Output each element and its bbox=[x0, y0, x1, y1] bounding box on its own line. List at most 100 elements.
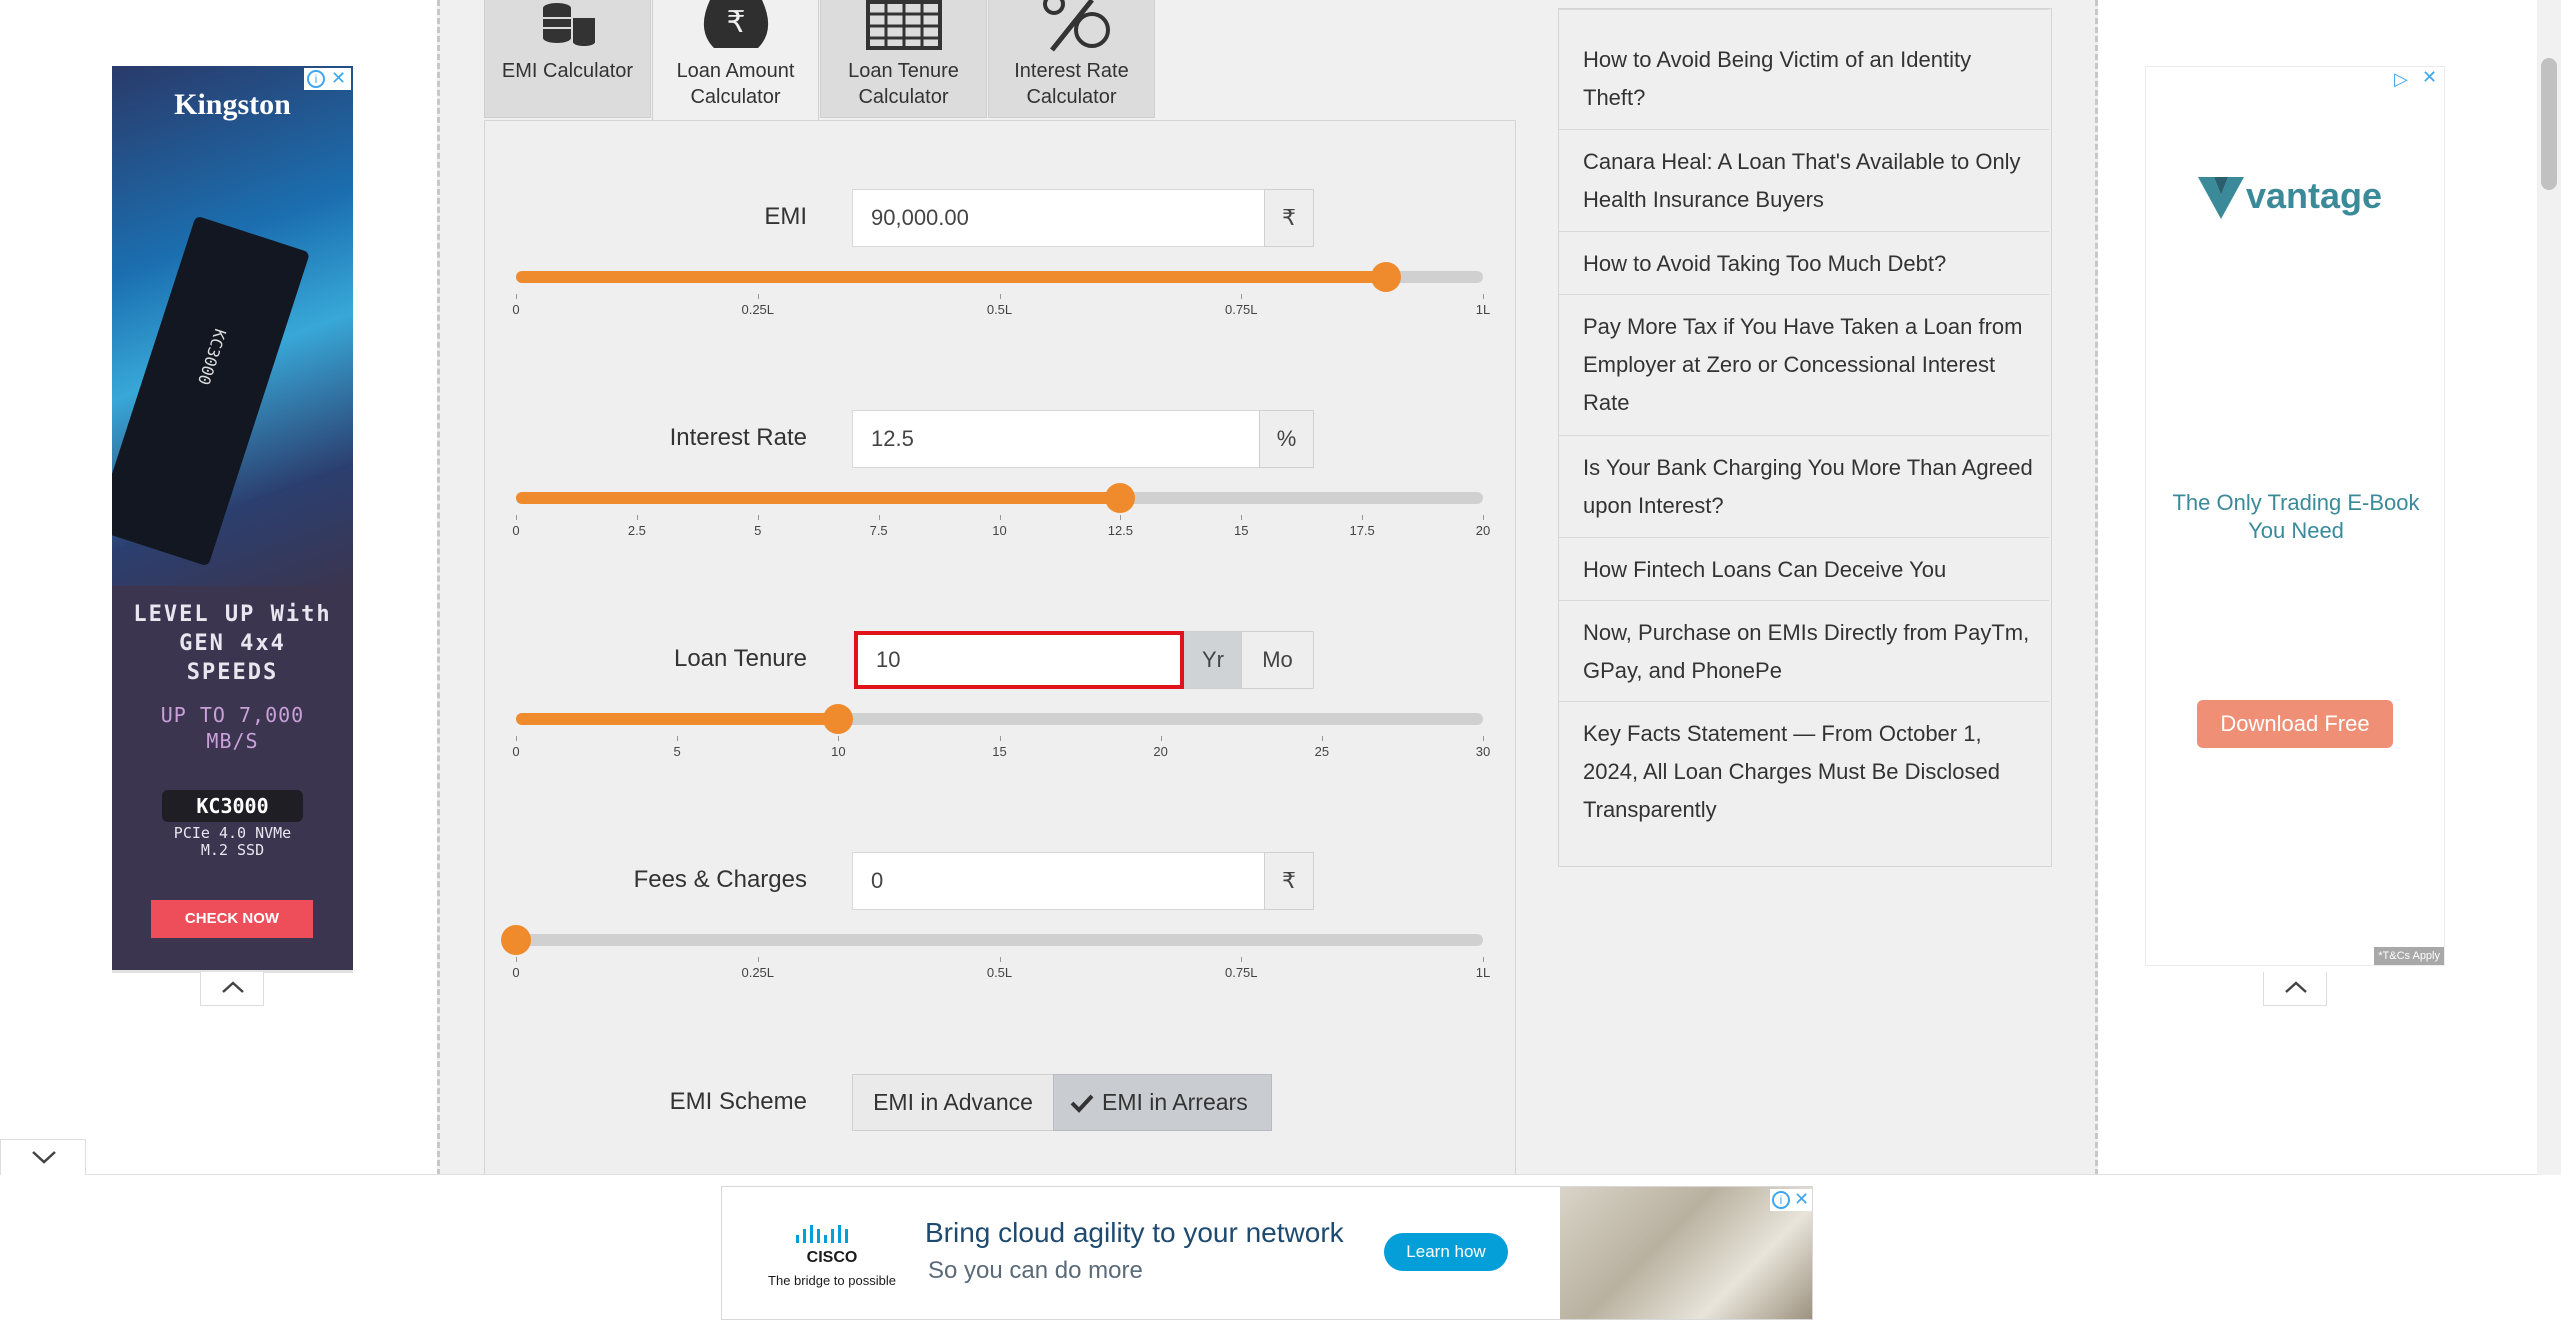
interest-slider-fill bbox=[516, 492, 1121, 504]
tenure-month-toggle[interactable]: Mo bbox=[1241, 631, 1314, 689]
tick-label: 25 bbox=[1314, 744, 1330, 759]
ad-choices-icon[interactable]: ▷ bbox=[2394, 69, 2408, 90]
scrollbar-thumb[interactable] bbox=[2541, 58, 2557, 190]
calendar-grid-icon bbox=[865, 0, 942, 50]
ad-subline: So you can do more bbox=[928, 1257, 1143, 1284]
fees-charges-slider[interactable] bbox=[501, 925, 1483, 955]
download-free-button[interactable]: Download Free bbox=[2197, 700, 2393, 748]
tick-mark bbox=[636, 515, 638, 520]
sidebar-link[interactable]: Pay More Tax if You Have Taken a Loan fr… bbox=[1583, 308, 2033, 422]
adchoices-badge[interactable]: i ✕ bbox=[1770, 1189, 1812, 1211]
loan-tenure-slider[interactable] bbox=[516, 704, 1483, 734]
sidebar-link[interactable]: Is Your Bank Charging You More Than Agre… bbox=[1583, 449, 2033, 525]
emi-in-arrears-button[interactable]: EMI in Arrears bbox=[1053, 1074, 1272, 1131]
tick-mark bbox=[878, 515, 880, 520]
interest-rate-input[interactable]: 12.5 bbox=[852, 410, 1260, 468]
cisco-brand-tag: The bridge to possible bbox=[768, 1273, 896, 1288]
chevron-up-icon bbox=[222, 981, 244, 993]
tick-mark bbox=[1483, 294, 1484, 299]
chevron-down-icon bbox=[32, 1151, 56, 1164]
tick-mark bbox=[757, 515, 759, 520]
cisco-logo-bars bbox=[796, 1225, 848, 1243]
sidebar-related-articles: How to Avoid Being Victim of an Identity… bbox=[1558, 8, 2052, 867]
sidebar-link[interactable]: Now, Purchase on EMIs Directly from PayT… bbox=[1583, 614, 2033, 690]
sidebar-link[interactable]: How to Avoid Taking Too Much Debt? bbox=[1583, 245, 2033, 283]
tick-mark bbox=[757, 957, 759, 962]
info-icon[interactable]: i bbox=[1772, 1191, 1790, 1209]
fees-slider-handle[interactable] bbox=[501, 925, 531, 955]
info-icon[interactable]: i bbox=[307, 70, 325, 88]
tick-mark bbox=[999, 957, 1001, 962]
ad-vantage[interactable]: vantage The Only Trading E-Book You Need… bbox=[2145, 66, 2445, 966]
rupee-bag-icon: ₹ bbox=[703, 0, 768, 48]
tick-label: 0.75L bbox=[1224, 302, 1258, 317]
tick-label: 1L bbox=[1475, 302, 1491, 317]
ad-cisco[interactable]: CISCO The bridge to possible Bring cloud… bbox=[721, 1186, 1813, 1320]
sidebar-link[interactable]: How Fintech Loans Can Deceive You bbox=[1583, 551, 2033, 589]
checkmark-icon bbox=[1070, 1094, 1094, 1113]
tick-mark bbox=[1160, 736, 1162, 741]
fees-charges-input[interactable]: 0 bbox=[852, 852, 1265, 910]
collapse-bottom-ad-button[interactable] bbox=[0, 1139, 86, 1175]
tick-mark bbox=[838, 736, 840, 741]
emi-slider[interactable] bbox=[516, 262, 1483, 292]
tick-label: 7.5 bbox=[869, 523, 888, 538]
svg-text:₹: ₹ bbox=[726, 5, 745, 40]
tick-mark bbox=[516, 294, 517, 299]
interest-unit-addon: % bbox=[1259, 410, 1314, 468]
collapse-ad-button[interactable] bbox=[200, 972, 264, 1006]
close-icon[interactable]: ✕ bbox=[1794, 1189, 1809, 1210]
divider bbox=[1559, 129, 2049, 130]
close-icon[interactable]: ✕ bbox=[331, 68, 346, 89]
tab-loan-tenure-calculator[interactable]: Loan Tenure Calculator bbox=[820, 0, 987, 118]
sidebar-link[interactable]: Canara Heal: A Loan That's Available to … bbox=[1583, 143, 2033, 219]
interest-rate-slider[interactable] bbox=[516, 483, 1483, 513]
tick-label: 0.5L bbox=[986, 965, 1013, 980]
fees-charges-label: Fees & Charges bbox=[633, 866, 807, 893]
sidebar-link[interactable]: How to Avoid Being Victim of an Identity… bbox=[1583, 41, 2033, 117]
emi-in-advance-button[interactable]: EMI in Advance bbox=[852, 1074, 1054, 1131]
tick-label: 17.5 bbox=[1349, 523, 1375, 538]
collapse-ad-button[interactable] bbox=[2263, 972, 2327, 1006]
percent-icon bbox=[1042, 0, 1110, 52]
close-icon[interactable]: ✕ bbox=[2422, 67, 2437, 88]
tick-label: 0 bbox=[512, 965, 520, 980]
tick-label: 0.25L bbox=[741, 965, 775, 980]
vantage-logo-mark bbox=[2198, 177, 2244, 219]
cisco-logo-text: CISCO bbox=[806, 1249, 858, 1266]
tick-mark bbox=[1321, 736, 1323, 741]
divider bbox=[1559, 9, 2049, 10]
tab-label: Loan Amount Calculator bbox=[676, 60, 795, 108]
tick-label: 0 bbox=[512, 523, 520, 538]
check-now-button[interactable]: CHECK NOW bbox=[151, 900, 313, 938]
tick-mark bbox=[1362, 515, 1364, 520]
tick-mark bbox=[516, 515, 517, 520]
emi-input[interactable]: 90,000.00 bbox=[852, 189, 1265, 247]
adchoices-badge[interactable]: i ✕ bbox=[304, 68, 351, 90]
tick-mark bbox=[1241, 515, 1243, 520]
divider bbox=[1559, 231, 2049, 232]
sidebar-link[interactable]: Key Facts Statement — From October 1, 20… bbox=[1583, 715, 2033, 829]
tab-loan-amount-calculator[interactable]: ₹ Loan Amount Calculator bbox=[652, 0, 819, 121]
tab-emi-calculator[interactable]: EMI Calculator bbox=[484, 0, 651, 118]
tick-mark bbox=[1483, 957, 1484, 962]
emi-unit-addon: ₹ bbox=[1264, 189, 1314, 247]
tick-label: 12.5 bbox=[1107, 523, 1134, 538]
loan-tenure-input[interactable]: 10 bbox=[854, 631, 1184, 689]
tenure-year-toggle[interactable]: Yr bbox=[1184, 631, 1242, 689]
scrollbar-track[interactable] bbox=[2537, 0, 2561, 1175]
terms-notice: *T&Cs Apply bbox=[2374, 947, 2444, 965]
vantage-logo-text: vantage bbox=[2246, 175, 2383, 216]
tab-interest-rate-calculator[interactable]: Interest Rate Calculator bbox=[988, 0, 1155, 118]
learn-how-button[interactable]: Learn how bbox=[1384, 1233, 1508, 1271]
stack-of-coins-icon bbox=[542, 3, 595, 46]
tick-mark bbox=[677, 736, 679, 741]
tick-label: 0 bbox=[512, 302, 520, 317]
ad-kingston[interactable]: KC3000 Kingston LEVEL UP With GEN 4x4 SP… bbox=[112, 66, 353, 970]
tick-mark bbox=[757, 294, 759, 299]
tick-label: 15 bbox=[1234, 523, 1249, 538]
interest-rate-label: Interest Rate bbox=[669, 424, 807, 451]
ad-headline: LEVEL UP With GEN 4x4 SPEEDS bbox=[133, 602, 332, 685]
ad-model-badge: KC3000 bbox=[162, 790, 303, 822]
tick-label: 20 bbox=[1153, 744, 1168, 759]
